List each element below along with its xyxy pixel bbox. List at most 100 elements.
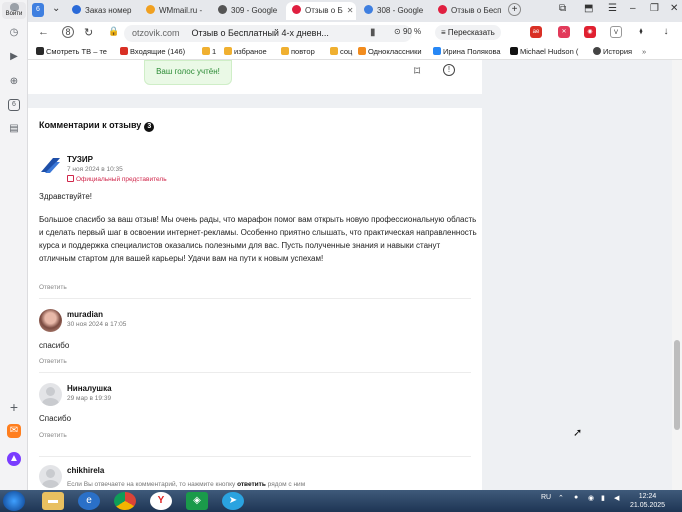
comments-count-badge: 3	[144, 122, 155, 132]
alice-assistant-icon[interactable]: ▲	[7, 452, 21, 466]
comment-author[interactable]: Ниналушка	[67, 384, 112, 393]
login-button[interactable]: Войти	[2, 2, 26, 19]
tray-app-icon[interactable]: ◉	[588, 494, 594, 502]
extensions-puzzle-icon[interactable]: ⧫	[635, 26, 647, 38]
mail-icon[interactable]: ✉	[7, 424, 21, 438]
bookmark-label: соц	[340, 47, 353, 56]
tabs-menu-icon[interactable]: ⌄	[52, 3, 60, 14]
reply-link[interactable]: Ответить	[39, 432, 67, 439]
page-scrollbar[interactable]	[672, 60, 682, 490]
telegram-icon[interactable]: ➤	[222, 492, 244, 510]
bookmark-item[interactable]: Смотреть ТВ – те	[36, 46, 107, 58]
tab-0[interactable]: Заказ номер	[72, 2, 136, 20]
shield-icon[interactable]: V	[610, 26, 622, 38]
scrollbar-thumb[interactable]	[674, 340, 680, 430]
add-panel-icon[interactable]: +	[7, 400, 21, 414]
tab-2[interactable]: 309 - Google	[218, 2, 282, 20]
bookmark-item[interactable]: соц	[330, 46, 352, 58]
bookmark-review-icon[interactable]: ⌑	[414, 64, 420, 78]
bookmark-panel-icon[interactable]: ⬒	[584, 3, 593, 14]
reload-icon[interactable]: ↻	[84, 26, 93, 39]
site-info-icon[interactable]: 🔒	[108, 26, 119, 37]
collections-icon[interactable]: ▤	[7, 122, 21, 136]
avatar	[39, 465, 62, 488]
language-indicator[interactable]: RU	[541, 494, 551, 501]
retell-button[interactable]: ≡ Пересказать	[435, 25, 501, 40]
zoom-icon: ⊙	[394, 27, 401, 36]
clock-date: 21.05.2025	[630, 502, 666, 509]
history-icon[interactable]: ◷	[7, 26, 21, 40]
tab-close-icon[interactable]: ✕	[347, 6, 354, 15]
tab-5[interactable]: Отзыв о Бесп	[438, 2, 504, 20]
app-icon[interactable]: ◈	[186, 492, 208, 510]
tab-favicon-icon	[218, 5, 227, 14]
comment-text: спасибо	[39, 341, 70, 350]
reply-hint: Если Вы отвечаете на комментарий, то наж…	[67, 481, 305, 488]
back-icon[interactable]: ←	[38, 26, 49, 38]
divider	[39, 456, 471, 457]
badge-icon	[67, 175, 74, 182]
chrome-icon[interactable]	[114, 492, 136, 510]
explorer-icon[interactable]: ▬	[42, 492, 64, 510]
bookmark-label: Michael Hudson (	[520, 47, 579, 56]
folder-icon	[202, 47, 210, 55]
bookmark-item[interactable]: Ирина Полякова	[433, 46, 501, 58]
company-logo-icon	[41, 158, 60, 173]
reply-link[interactable]: Ответить	[39, 284, 67, 291]
page-copy-icon[interactable]: ⧉	[559, 3, 566, 14]
bookmarks-bar: Смотреть ТВ – те Входящие (146) 1 избран…	[28, 44, 682, 60]
yandex-home-icon[interactable]: 8	[62, 26, 74, 38]
clock[interactable]: 12:24 21.05.2025	[630, 492, 665, 510]
bookmark-item[interactable]: Michael Hudson (	[510, 46, 578, 58]
tray-app-icon[interactable]: ●	[574, 494, 578, 501]
download-arrow-icon[interactable]: ↓	[660, 26, 672, 38]
folder-icon	[330, 47, 338, 55]
report-icon[interactable]: !	[443, 64, 455, 76]
ie-icon[interactable]: e	[78, 492, 100, 510]
maximize-icon[interactable]: ❐	[650, 3, 659, 14]
url-field[interactable]: otzovik.com Отзыв о Бесплатный 4-х дневн.…	[124, 25, 412, 42]
tab-4[interactable]: 308 - Google	[364, 2, 430, 20]
retell-icon: ≡	[441, 28, 446, 37]
bookmark-label: История	[603, 47, 633, 56]
bookmark-page-icon[interactable]: ▮	[370, 27, 376, 38]
comment-date: 7 ноя 2024 в 10:35	[67, 166, 123, 173]
extension-icon[interactable]: ae	[530, 26, 542, 38]
extension-icon[interactable]: ◉	[584, 26, 596, 38]
minimize-icon[interactable]: –	[630, 3, 636, 14]
comment-author[interactable]: muradian	[67, 310, 103, 319]
avatar[interactable]	[39, 309, 62, 332]
close-window-icon[interactable]: ✕	[670, 3, 678, 14]
comment-author[interactable]: ТУЗИР	[67, 155, 93, 164]
bookmark-item[interactable]: избраное	[224, 46, 267, 58]
extension-icon[interactable]: ✕	[558, 26, 570, 38]
bookmark-item[interactable]: История	[593, 46, 632, 58]
hint-text: Если Вы отвечаете на комментарий, то наж…	[67, 481, 236, 488]
new-tab-button[interactable]: +	[508, 3, 521, 16]
bookmark-item[interactable]: повтор	[281, 46, 315, 58]
reply-link[interactable]: Ответить	[39, 358, 67, 365]
tab-group-icon[interactable]: 6	[32, 3, 44, 17]
start-button[interactable]	[3, 491, 25, 511]
tabs-count-icon[interactable]: 6	[8, 99, 20, 111]
menu-icon[interactable]: ☰	[608, 3, 617, 14]
url-host: otzovik.com	[132, 28, 180, 38]
volume-icon[interactable]: ◀	[614, 494, 619, 502]
download-icon[interactable]: ⊕	[7, 75, 21, 89]
bookmarks-overflow-icon[interactable]: »	[642, 46, 646, 58]
tv-icon	[36, 47, 44, 55]
bookmark-item[interactable]: 1	[202, 46, 216, 58]
avatar[interactable]	[39, 154, 62, 177]
bookmark-label: 1	[212, 47, 217, 56]
yandex-browser-icon[interactable]: Y	[150, 492, 172, 510]
zoom-indicator[interactable]: ⊙ 90 %	[394, 27, 421, 36]
tab-1[interactable]: WMmail.ru -	[146, 2, 210, 20]
tab-3-active[interactable]: Отзыв о Б ✕	[286, 2, 356, 20]
tray-expand-icon[interactable]: ⌃	[558, 494, 564, 502]
avatar[interactable]	[39, 383, 62, 406]
video-icon[interactable]: ▶	[7, 50, 21, 64]
network-icon[interactable]: ▮	[601, 494, 605, 502]
folder-icon	[224, 47, 232, 55]
bookmark-item[interactable]: Одноклассники	[358, 46, 422, 58]
bookmark-item[interactable]: Входящие (146)	[120, 46, 185, 58]
